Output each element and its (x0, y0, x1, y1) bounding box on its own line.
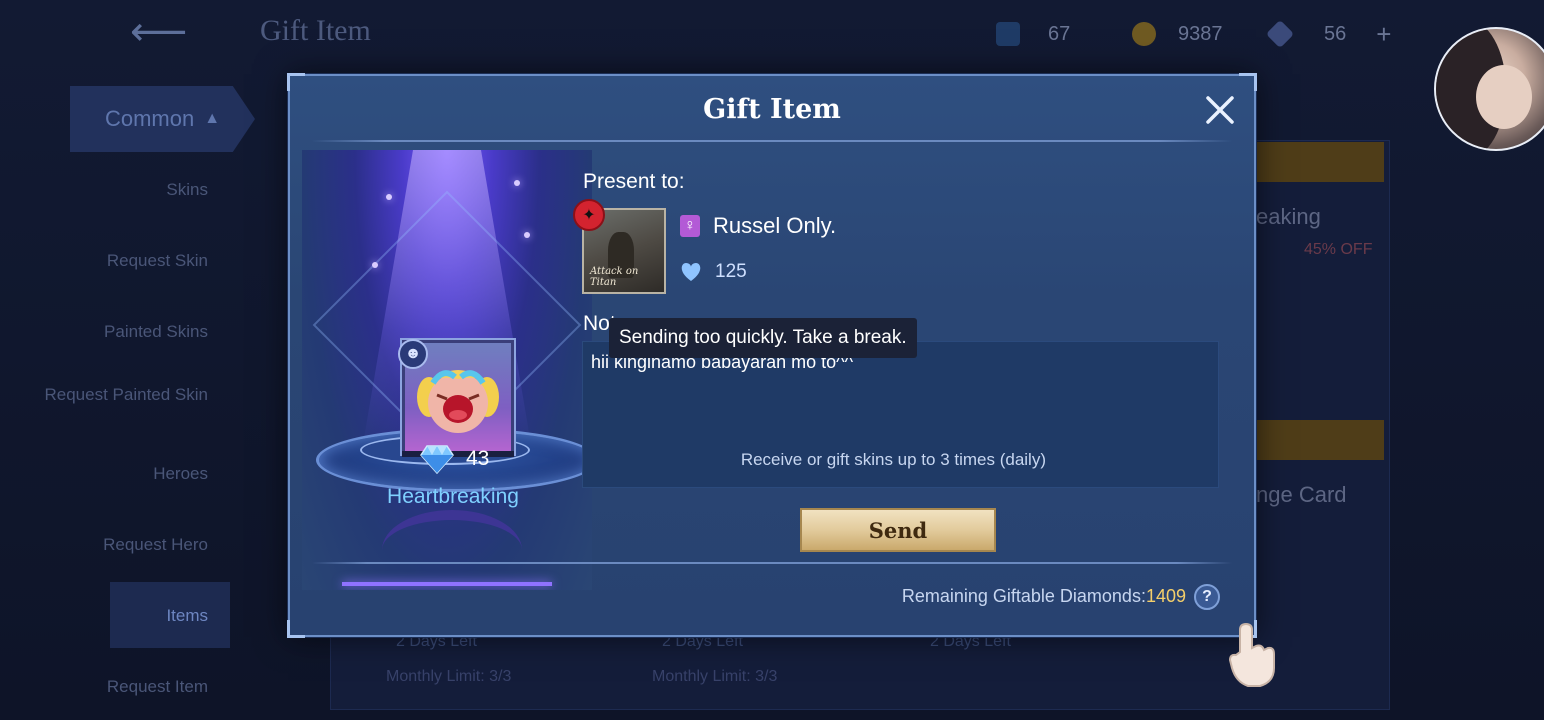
back-arrow-icon[interactable]: ⟵ (130, 10, 210, 54)
sidebar-item-request-item[interactable]: Request Item (28, 677, 208, 697)
background-price-tag (1256, 420, 1384, 460)
avatar-face (1476, 65, 1532, 129)
sparkle-icon (514, 180, 520, 186)
corner-ornament (287, 620, 305, 638)
background-title: Gift Item (260, 14, 371, 47)
background-item-name: eaking (1256, 204, 1321, 229)
decorative-curve (382, 510, 522, 590)
avatar-caption: Attack on Titan (590, 266, 639, 288)
question-icon: ? (1202, 588, 1212, 605)
sidebar-item-heroes[interactable]: Heroes (28, 464, 208, 484)
sidebar-item-request-skin[interactable]: Request Skin (28, 251, 208, 271)
heart-icon (681, 263, 701, 281)
sparkle-icon (524, 232, 530, 238)
item-name: Heartbreaking (387, 485, 519, 508)
background-topbar: ⟵ Gift Item 67 9387 56 + (0, 0, 1544, 70)
note-input[interactable]: hii kinginamo babayaran mo to^^ Receive … (582, 341, 1219, 488)
country-flag-icon: ✦ (573, 199, 605, 231)
background-monthly-limit: Monthly Limit: 3/3 (652, 668, 778, 685)
close-button[interactable] (1202, 92, 1238, 128)
close-icon (1206, 96, 1234, 124)
toast-message: Sending too quickly. Take a break. (609, 318, 917, 358)
background-item-name: nge Card (1256, 482, 1347, 507)
sparkle-icon (372, 262, 378, 268)
item-price-value: 43 (466, 447, 490, 470)
diamond-icon (1265, 19, 1295, 49)
recipient-name: Russel Only. (713, 213, 837, 238)
sidebar-item-request-painted-skin[interactable]: Request Painted Skin (28, 385, 209, 405)
female-gender-icon: ♀ (680, 215, 700, 237)
footer-divider (312, 562, 1232, 564)
gift-item-dialog: Gift Item ☻ 43 Heartbreaking Present to:… (287, 73, 1257, 638)
background-discount-badge: 45% OFF (1304, 241, 1373, 258)
help-button[interactable]: ? (1194, 584, 1220, 610)
chevron-up-icon: ▲ (204, 110, 221, 127)
item-price: 43 (420, 444, 489, 474)
corner-ornament (287, 73, 305, 91)
present-to-label: Present to: (583, 170, 685, 193)
sidebar-item-painted-skins[interactable]: Painted Skins (28, 322, 208, 342)
remaining-value: 1409 (1145, 586, 1186, 606)
sidebar-item-items[interactable]: Items (28, 606, 208, 626)
background-price-tag (1256, 142, 1384, 182)
crying-emote-icon (417, 370, 499, 433)
background-monthly-limit: Monthly Limit: 3/3 (386, 668, 512, 685)
gold-coin-icon (1132, 22, 1156, 46)
category-dropdown[interactable]: Common ▲ (70, 86, 255, 152)
item-showcase: ☻ 43 Heartbreaking (302, 150, 592, 590)
resource-diamond: 56 + (1265, 19, 1391, 50)
m-card-icon (996, 22, 1020, 46)
resource-value: 56 (1324, 22, 1347, 45)
sidebar-item-skins[interactable]: Skins (28, 180, 208, 200)
add-diamond-icon[interactable]: + (1376, 19, 1391, 50)
category-label: Common (104, 106, 195, 131)
emote-type-icon: ☻ (398, 339, 428, 369)
title-divider (312, 140, 1232, 142)
hand-cursor-icon (1228, 622, 1275, 687)
diamond-icon (420, 445, 454, 474)
dialog-title: Gift Item (703, 94, 841, 125)
player-avatar[interactable] (1434, 27, 1544, 151)
recipient-likes-count: 125 (715, 261, 747, 282)
sidebar-item-request-hero[interactable]: Request Hero (28, 535, 208, 555)
resource-gold: 9387 (1132, 20, 1223, 48)
gift-limit-hint: Receive or gift skins up to 3 times (dai… (740, 450, 1046, 469)
resource-m-card: 67 (996, 20, 1070, 48)
send-button[interactable]: Send (800, 508, 996, 552)
remaining-diamonds: Remaining Giftable Diamonds:1409 (290, 586, 1186, 607)
resource-value: 9387 (1178, 22, 1223, 45)
sparkle-icon (386, 194, 392, 200)
corner-ornament (1239, 73, 1257, 91)
resource-value: 67 (1048, 22, 1071, 45)
remaining-label: Remaining Giftable Diamonds: (901, 586, 1146, 606)
send-button-label: Send (868, 517, 928, 543)
